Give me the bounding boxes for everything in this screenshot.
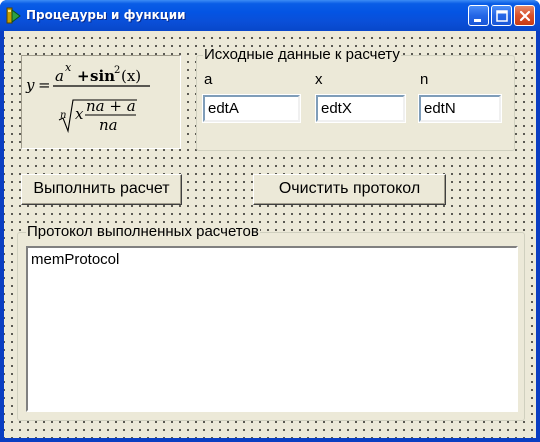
protocol-group-title: Протокол выполненных расчетов xyxy=(26,223,260,240)
formula-inner-den: na xyxy=(99,116,118,134)
edit-x-value: edtX xyxy=(321,100,352,117)
minimize-icon xyxy=(474,19,481,22)
close-button[interactable] xyxy=(514,5,535,26)
label-n: n xyxy=(420,71,429,88)
edit-a-input[interactable]: edtA xyxy=(202,94,301,123)
app-icon xyxy=(6,7,21,24)
formula-sin-arg: (x) xyxy=(121,67,141,85)
protocol-memo[interactable]: memProtocol xyxy=(26,246,518,412)
clear-protocol-button[interactable]: Очистить протокол xyxy=(253,174,446,205)
formula-plus: + xyxy=(77,67,90,85)
title-bar[interactable]: Процедуры и функции xyxy=(0,0,540,31)
maximize-icon xyxy=(496,10,508,22)
formula-sin-exp: 2 xyxy=(114,65,120,76)
label-a: a xyxy=(204,71,213,88)
formula-inner-num: na + a xyxy=(86,97,136,115)
formula-radicand-x: x xyxy=(75,105,84,123)
calculate-button[interactable]: Выполнить расчет xyxy=(21,174,182,205)
formula-equals: = xyxy=(38,76,51,94)
close-icon xyxy=(519,10,531,22)
form-client-area: y = a x + sin 2 (x) n x na + a na Исходн… xyxy=(4,31,536,438)
edit-a-value: edtA xyxy=(208,100,239,117)
formula-lhs: y xyxy=(25,76,35,94)
edit-n-input[interactable]: edtN xyxy=(418,94,502,123)
edit-x-input[interactable]: edtX xyxy=(315,94,406,123)
formula-drawing: y = a x + sin 2 (x) n x na + a na xyxy=(25,61,150,134)
maximize-button[interactable] xyxy=(491,5,512,26)
formula-image: y = a x + sin 2 (x) n x na + a na xyxy=(21,55,181,149)
formula-sin: sin xyxy=(90,67,115,85)
application-window: Процедуры и функции y = a x + sin 2 (x) … xyxy=(0,0,540,442)
input-data-group-title: Исходные данные к расчету xyxy=(203,46,401,63)
label-x: x xyxy=(315,71,323,88)
window-title: Процедуры и функции xyxy=(26,8,186,22)
protocol-memo-text: memProtocol xyxy=(31,251,120,268)
minimize-button[interactable] xyxy=(468,5,489,26)
edit-n-value: edtN xyxy=(424,100,456,117)
formula-numerator-base: a xyxy=(55,67,64,85)
formula-numerator-exp: x xyxy=(65,61,72,74)
